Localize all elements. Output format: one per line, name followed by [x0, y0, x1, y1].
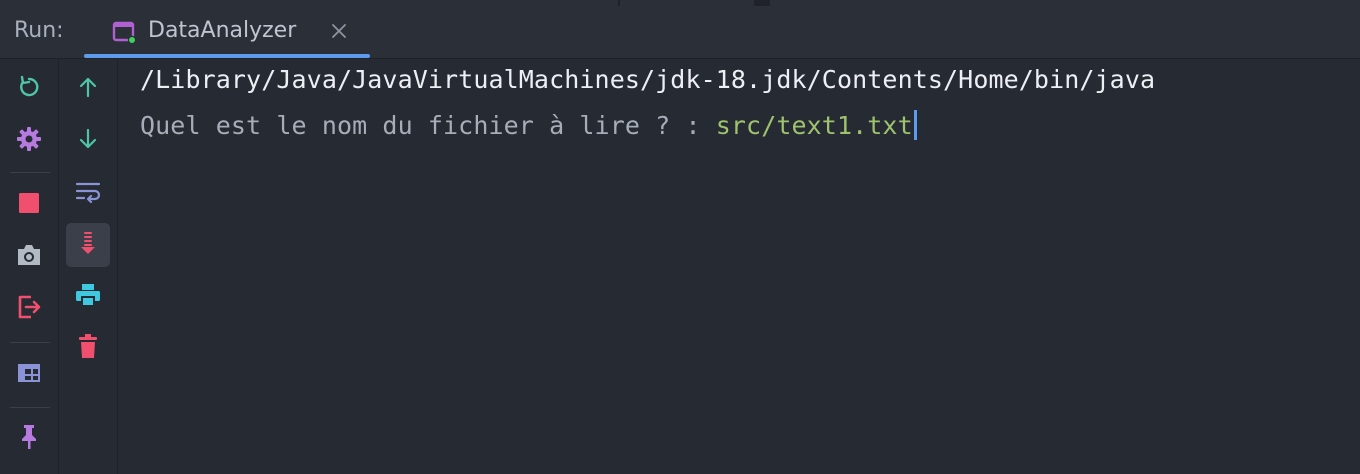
- print-button[interactable]: [66, 275, 110, 319]
- restore-layout-button[interactable]: [7, 353, 51, 397]
- toolbar-separator: [10, 172, 50, 173]
- run-label: Run:: [14, 18, 64, 43]
- rerun-button[interactable]: [7, 67, 51, 111]
- trash-icon: [76, 333, 100, 365]
- console-output[interactable]: /Library/Java/JavaVirtualMachines/jdk-18…: [118, 59, 1360, 474]
- console-line-command: /Library/Java/JavaVirtualMachines/jdk-18…: [140, 65, 1156, 94]
- dump-threads-button[interactable]: [7, 235, 51, 279]
- rerun-icon: [16, 74, 42, 104]
- tab-title: DataAnalyzer: [148, 18, 297, 43]
- print-icon: [74, 282, 102, 312]
- active-tab-indicator: [84, 54, 370, 58]
- pin-tab-button[interactable]: [7, 417, 51, 461]
- layout-icon: [16, 361, 42, 389]
- scroll-to-end-icon: [76, 229, 100, 261]
- scroll-to-end-button[interactable]: [66, 223, 110, 267]
- console-toolbar: [59, 59, 118, 474]
- toolbar-separator: [10, 407, 50, 408]
- run-tool-window-header: Run: DataAnalyzer: [0, 6, 1360, 59]
- previous-occurrence-button[interactable]: [66, 67, 110, 111]
- toolbar-separator: [10, 342, 50, 343]
- close-icon[interactable]: [330, 22, 348, 40]
- stop-icon: [17, 191, 41, 219]
- camera-icon: [15, 242, 43, 272]
- clear-all-button[interactable]: [66, 327, 110, 371]
- gear-icon: [15, 125, 43, 157]
- soft-wrap-icon: [74, 179, 102, 207]
- left-toolbar: [0, 59, 59, 474]
- exit-button[interactable]: [7, 287, 51, 331]
- settings-button[interactable]: [7, 119, 51, 163]
- user-input-text[interactable]: src/text1.txt: [716, 111, 913, 140]
- arrow-up-icon: [76, 75, 100, 103]
- exit-icon: [15, 293, 43, 325]
- console-line-prompt: Quel est le nom du fichier à lire ? : sr…: [140, 110, 917, 140]
- soft-wrap-button[interactable]: [66, 171, 110, 215]
- console-window-icon: [112, 20, 137, 45]
- pin-icon: [17, 423, 41, 455]
- text-caret: [913, 110, 917, 140]
- prompt-text: Quel est le nom du fichier à lire ? :: [140, 111, 716, 140]
- stop-button[interactable]: [7, 183, 51, 227]
- tab-dataanalyzer[interactable]: DataAnalyzer: [84, 6, 370, 59]
- next-occurrence-button[interactable]: [66, 119, 110, 163]
- arrow-down-icon: [76, 127, 100, 155]
